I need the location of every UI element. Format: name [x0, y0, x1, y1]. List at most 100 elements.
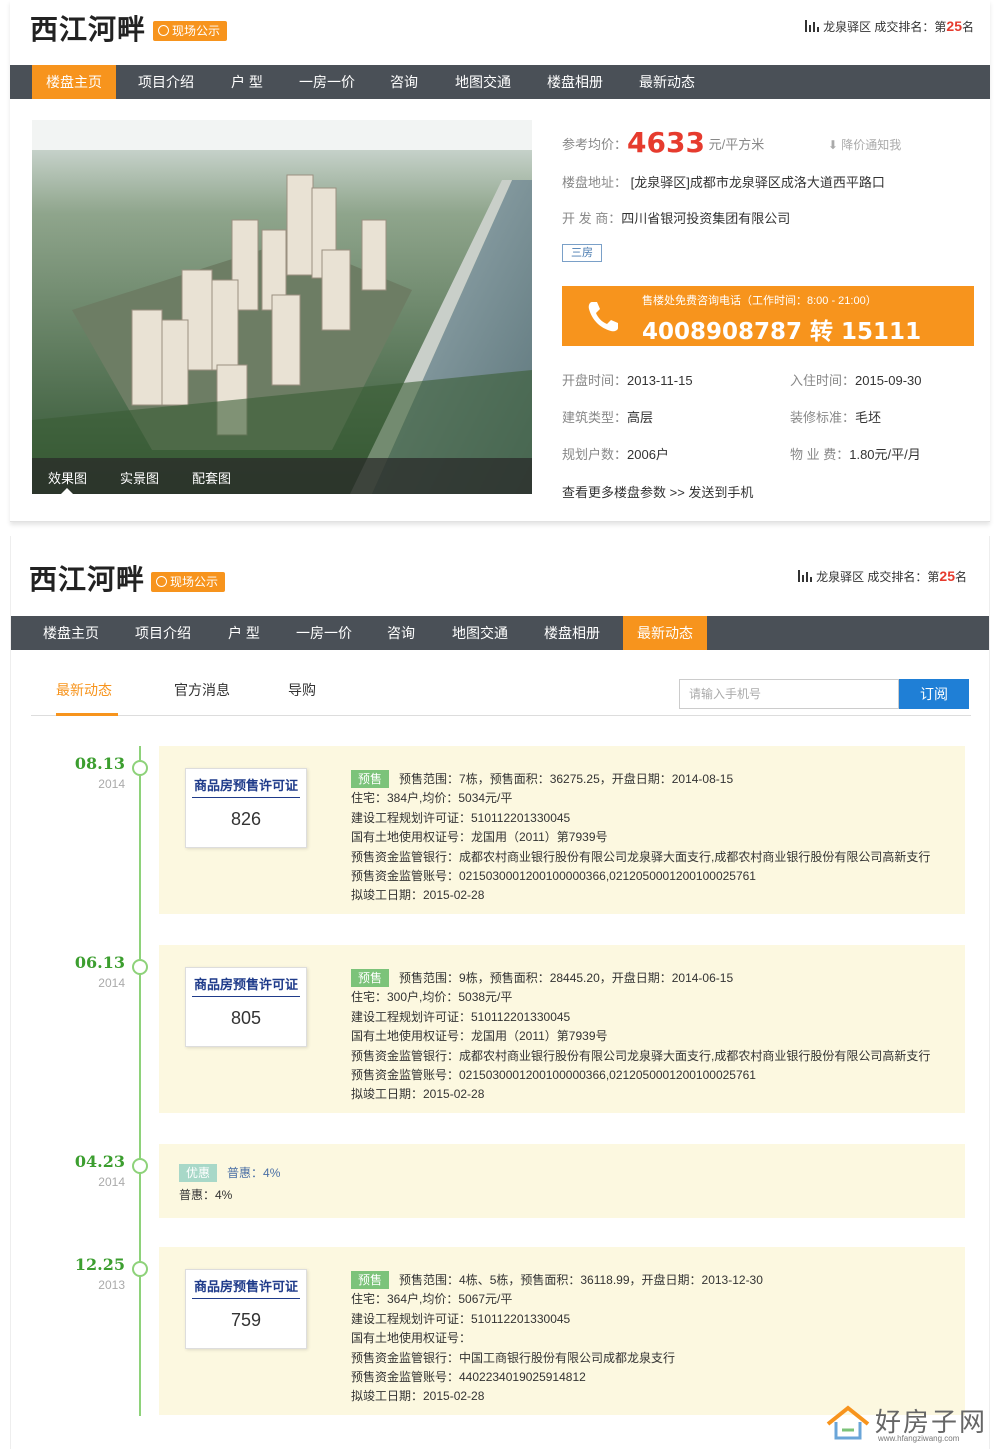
detail-line: 建设工程规划许可证：510112201330045: [351, 1009, 571, 1024]
price-label: 参考均价：: [562, 137, 628, 152]
nav-news[interactable]: 最新动态: [626, 65, 708, 99]
nav-home[interactable]: 楼盘主页: [32, 65, 116, 99]
onsite-badge[interactable]: 现场公示: [153, 21, 228, 41]
badge-icon: [158, 25, 169, 36]
price-drop-notify[interactable]: ⬇ 降价通知我: [828, 138, 901, 152]
phone-subscribe-input[interactable]: 请输入手机号: [679, 679, 899, 709]
timeline-year: 2013: [98, 1278, 125, 1292]
detail-line: 预售资金监管账号：4402234019025914812: [351, 1370, 586, 1385]
sales-rank-2: 龙泉驿区 成交排名：第25名: [798, 568, 967, 585]
nav-map[interactable]: 地图交通: [439, 616, 521, 650]
units-value: 2006户: [627, 447, 669, 462]
timeline-year: 2014: [98, 1175, 125, 1189]
detail-line: 国有土地使用权证号：龙国用（2011）第7939号: [351, 1029, 608, 1044]
nav-intro[interactable]: 项目介绍: [123, 616, 203, 650]
open-date-row: 开盘时间：2013-11-15: [562, 370, 693, 389]
badge-label: 现场公示: [170, 575, 219, 589]
detail-line: 预售范围：9栋，预售面积：28445.20，开盘日期：2014-06-15: [399, 971, 734, 985]
detail-line: 国有土地使用权证号：: [351, 1331, 472, 1346]
timeline-year: 2014: [98, 976, 125, 990]
subtab-guide[interactable]: 导购: [288, 680, 316, 700]
permit-title: 商品房预售许可证: [192, 1276, 300, 1299]
detail-line: 预售资金监管银行：中国工商银行股份有限公司成都龙泉支行: [351, 1350, 676, 1365]
timeline-year: 2014: [98, 777, 125, 791]
developer-label: 开 发 商：: [562, 211, 622, 226]
hotline-banner[interactable]: 售楼处免费咨询电话（工作时间：8:00 - 21:00） 4008908787 …: [562, 286, 974, 346]
property-fee-value: 1.80元/平/月: [849, 447, 921, 462]
more-params-link[interactable]: 查看更多楼盘参数 >> 发送到手机: [562, 482, 753, 501]
promo-details: 优惠 普惠：4% 普惠：4%: [179, 1162, 280, 1206]
entry-details: 预售 预售范围：9栋，预售面积：28445.20，开盘日期：2014-06-15 …: [351, 969, 930, 1105]
timeline-dot: [132, 959, 148, 975]
timeline-date: 08.13: [74, 754, 125, 773]
address-row: 楼盘地址： [龙泉驿区]成都市龙泉驿区成洛大道西平路口: [562, 172, 885, 191]
checkin-label: 入住时间：: [790, 373, 856, 388]
property-fee-label: 物 业 费：: [790, 447, 850, 462]
presale-tag: 预售: [351, 1271, 390, 1289]
nav-map[interactable]: 地图交通: [442, 65, 524, 99]
promo-tag: 优惠: [179, 1164, 218, 1182]
timeline-line: [139, 746, 141, 1416]
entry-details: 预售 预售范围：7栋，预售面积：36275.25，开盘日期：2014-08-15 …: [351, 770, 930, 906]
detail-line: 预售资金监管账号：0215030001200100000366,02120500…: [351, 1068, 756, 1083]
detail-line: 住宅：384户,均价：5034元/平: [351, 791, 513, 806]
photo-tab-bar: 效果图 实景图 配套图: [32, 458, 532, 494]
nav-floorplan[interactable]: 户 型: [213, 616, 275, 650]
bar-chart-icon: [805, 20, 820, 32]
nav-intro[interactable]: 项目介绍: [126, 65, 206, 99]
presale-permit-card[interactable]: 商品房预售许可证 826: [185, 768, 307, 848]
rank-number: 25: [939, 568, 955, 584]
nav-price-list[interactable]: 一房一价: [288, 65, 366, 99]
detail-line: 建设工程规划许可证：510112201330045: [351, 810, 571, 825]
nav-album[interactable]: 楼盘相册: [534, 65, 616, 99]
presale-tag: 预售: [351, 969, 390, 987]
subscribe-button[interactable]: 订阅: [899, 679, 969, 709]
nav-consult[interactable]: 咨询: [373, 616, 429, 650]
detail-line: 拟竣工日期：2015-02-28: [351, 888, 485, 903]
rank-suffix: 名: [961, 20, 974, 34]
nav-home[interactable]: 楼盘主页: [29, 616, 113, 650]
timeline-dot: [132, 1158, 148, 1174]
aerial-rendering: [32, 120, 532, 494]
hotline-tip: 售楼处免费咨询电话（工作时间：8:00 - 21:00）: [642, 295, 877, 307]
presale-permit-card[interactable]: 商品房预售许可证 759: [185, 1269, 307, 1349]
detail-line: 拟竣工日期：2015-02-28: [351, 1087, 485, 1102]
photo-tab-rendering[interactable]: 效果图: [48, 468, 87, 487]
photo-tab-real[interactable]: 实景图: [120, 468, 159, 487]
project-news-card: 西江河畔 现场公示 龙泉驿区 成交排名：第25名 楼盘主页 项目介绍 户 型 一…: [10, 536, 990, 1449]
building-type-value: 高层: [627, 410, 654, 425]
project-header-2: 西江河畔 现场公示 龙泉驿区 成交排名：第25名: [11, 550, 989, 610]
detail-line: 预售资金监管银行：成都农村商业银行股份有限公司龙泉驿大面支行,成都农村商业银行股…: [351, 849, 931, 864]
subtab-official[interactable]: 官方消息: [174, 680, 230, 700]
detail-line: 建设工程规划许可证：510112201330045: [351, 1311, 571, 1326]
decoration-value: 毛坯: [855, 410, 882, 425]
main-nav-2: 楼盘主页 项目介绍 户 型 一房一价 咨询 地图交通 楼盘相册 最新动态: [11, 616, 989, 650]
permit-title: 商品房预售许可证: [192, 775, 300, 798]
room-tag[interactable]: 三房: [562, 244, 602, 262]
nav-album[interactable]: 楼盘相册: [531, 616, 613, 650]
photo-tab-facilities[interactable]: 配套图: [192, 468, 231, 487]
developer-row: 开 发 商：四川省银河投资集团有限公司: [562, 208, 790, 227]
units-label: 规划户数：: [562, 447, 628, 462]
decoration-row: 装修标准：毛坯: [790, 407, 881, 426]
open-date-label: 开盘时间：: [562, 373, 628, 388]
nav-news[interactable]: 最新动态: [623, 616, 707, 650]
detail-line: 预售范围：7栋，预售面积：36275.25，开盘日期：2014-08-15: [399, 772, 734, 786]
timeline-date: 04.23: [74, 1152, 125, 1171]
presale-permit-card[interactable]: 商品房预售许可证 805: [185, 967, 307, 1047]
project-photo[interactable]: 效果图 实景图 配套图: [32, 120, 532, 494]
subtab-underline: [56, 713, 118, 716]
nav-price-list[interactable]: 一房一价: [285, 616, 363, 650]
subtab-latest[interactable]: 最新动态: [56, 680, 112, 700]
onsite-badge-2[interactable]: 现场公示: [151, 572, 226, 592]
building-type-label: 建筑类型：: [562, 410, 628, 425]
price-drop-label: 降价通知我: [841, 138, 902, 152]
nav-floorplan[interactable]: 户 型: [216, 65, 278, 99]
detail-line: 住宅：300户,均价：5038元/平: [351, 990, 513, 1005]
project-title-2: 西江河畔: [29, 563, 146, 596]
nav-consult[interactable]: 咨询: [376, 65, 432, 99]
hotline-number: 4008908787 转 15111: [642, 319, 922, 345]
site-watermark: 好房子网 www.hfangziwang.com: [820, 1400, 995, 1445]
rank-prefix: 龙泉驿区 成交排名：第: [816, 570, 940, 584]
promo-headline: 普惠：4%: [227, 1166, 281, 1180]
